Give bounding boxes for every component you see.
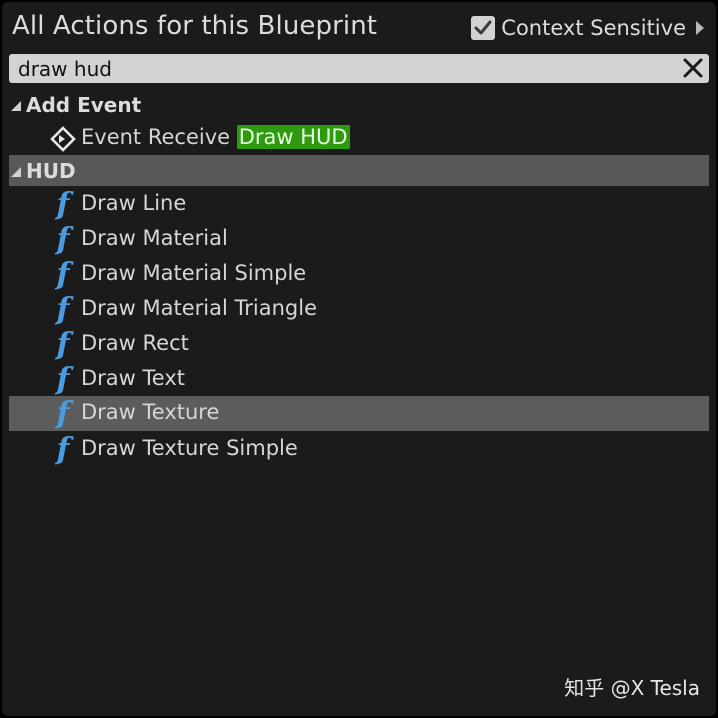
event-node-icon: [47, 124, 79, 154]
context-sensitive-checkbox[interactable]: [471, 16, 496, 40]
list-item-draw-texture-simple[interactable]: f Draw Texture Simple: [9, 432, 709, 467]
clear-search-button[interactable]: [681, 56, 705, 80]
function-glyph: f: [56, 222, 70, 257]
context-sensitive-label: Context Sensitive: [501, 16, 686, 40]
list-item-draw-line[interactable]: f Draw Line: [9, 187, 709, 222]
list-item-draw-material-simple[interactable]: f Draw Material Simple: [9, 257, 709, 292]
list-item-event-receive-draw-hud[interactable]: Event Receive Draw HUD: [9, 121, 709, 156]
search-box[interactable]: [9, 54, 709, 83]
menu-header: All Actions for this Blueprint Context S…: [2, 2, 716, 54]
function-glyph: f: [56, 396, 70, 431]
function-icon: f: [47, 399, 79, 429]
menu-title: All Actions for this Blueprint: [12, 11, 378, 41]
list-item-label: Draw Rect: [81, 331, 189, 355]
category-label: HUD: [26, 158, 76, 183]
collapse-arrow-icon[interactable]: [11, 100, 21, 111]
list-item-label-prefix: Event Receive: [81, 125, 237, 149]
function-icon: f: [47, 260, 79, 290]
function-icon: f: [47, 190, 79, 220]
list-item-label: Draw Material: [81, 226, 228, 250]
context-sensitive-toggle[interactable]: Context Sensitive: [471, 15, 704, 41]
function-glyph: f: [56, 327, 70, 362]
close-icon: [683, 58, 703, 78]
checkmark-icon: [474, 20, 492, 35]
function-glyph: f: [56, 257, 70, 292]
list-item-label: Draw Text: [81, 366, 185, 390]
category-label: Add Event: [26, 92, 142, 117]
list-item-label: Draw Material Triangle: [81, 296, 317, 320]
function-glyph: f: [56, 292, 70, 327]
list-item-draw-material[interactable]: f Draw Material: [9, 222, 709, 257]
list-item-label: Event Receive Draw HUD: [81, 125, 350, 149]
watermark: 知乎 @X Tesla: [564, 676, 700, 700]
list-item-label: Draw Texture Simple: [81, 436, 298, 460]
function-icon: f: [47, 295, 79, 325]
list-item-label: Draw Texture: [81, 400, 220, 424]
list-item-draw-material-triangle[interactable]: f Draw Material Triangle: [9, 292, 709, 327]
function-glyph: f: [56, 432, 70, 467]
list-item-label: Draw Material Simple: [81, 261, 307, 285]
function-icon: f: [47, 330, 79, 360]
search-match-highlight: Draw HUD: [236, 125, 350, 149]
collapse-arrow-icon[interactable]: [11, 166, 21, 177]
category-add-event[interactable]: Add Event: [9, 88, 709, 121]
list-item-draw-texture[interactable]: f Draw Texture: [9, 396, 709, 431]
function-glyph: f: [56, 362, 70, 397]
function-icon: f: [47, 435, 79, 465]
blueprint-action-menu: All Actions for this Blueprint Context S…: [2, 2, 716, 716]
search-input[interactable]: [9, 54, 669, 83]
category-hud[interactable]: HUD: [9, 155, 709, 186]
expand-arrow-icon[interactable]: [696, 21, 704, 35]
function-icon: f: [47, 365, 79, 395]
list-item-draw-text[interactable]: f Draw Text: [9, 362, 709, 397]
function-icon: f: [47, 225, 79, 255]
list-item-draw-rect[interactable]: f Draw Rect: [9, 327, 709, 362]
function-glyph: f: [56, 187, 70, 222]
list-item-label: Draw Line: [81, 191, 187, 215]
